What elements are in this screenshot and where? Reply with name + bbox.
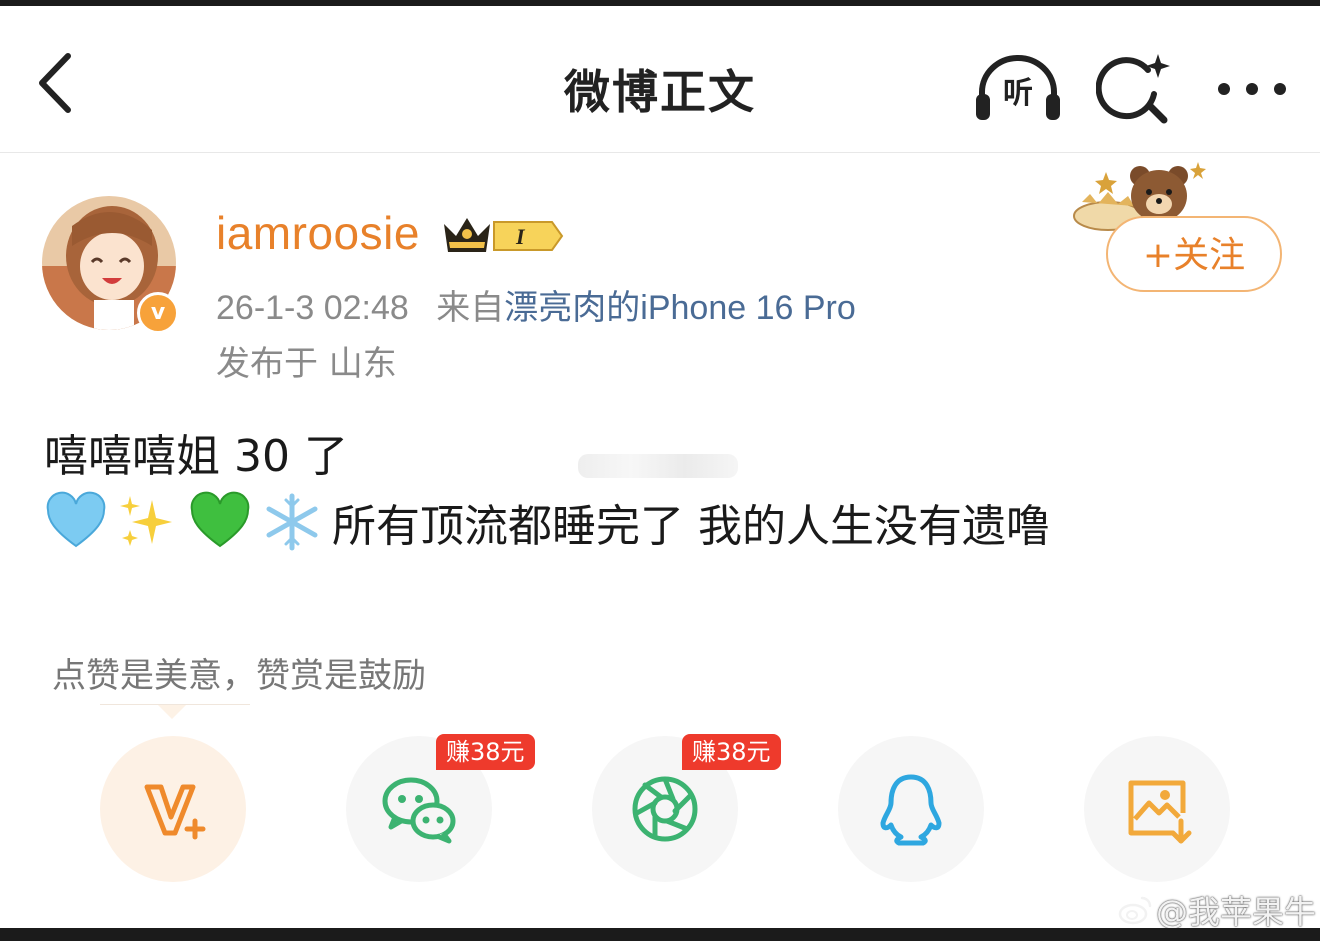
- redacted-blur: [578, 454, 738, 478]
- bottom-strip: [0, 928, 1320, 941]
- vip-level: I: [515, 224, 526, 249]
- light-blue-heart-icon: [46, 491, 106, 548]
- crown-vip-icon: I: [444, 218, 564, 252]
- username[interactable]: iamroosie: [216, 206, 420, 260]
- search-button[interactable]: [1095, 50, 1176, 128]
- more-dots-icon: [1218, 83, 1286, 95]
- sparkles-icon: [120, 496, 172, 546]
- save-image-button[interactable]: [1084, 736, 1230, 882]
- wechat-icon: [382, 777, 456, 844]
- follow-button[interactable]: +关注: [1106, 216, 1282, 292]
- source-prefix: 来自: [436, 289, 505, 327]
- search-sparkle-icon: [1095, 54, 1170, 124]
- wechat-moments-icon: [632, 776, 698, 842]
- save-image-icon: [1128, 780, 1192, 844]
- wechat-earn-tag: 赚38元: [436, 734, 535, 770]
- vplus-icon: [144, 784, 206, 840]
- reward-hint: 点赞是美意，赞赏是鼓励: [52, 656, 426, 696]
- qq-share-button[interactable]: [838, 736, 984, 882]
- post-text-line1: 嘻嘻嘻姐 30 了: [44, 431, 348, 482]
- header-bar: 微博正文 听: [0, 6, 1320, 153]
- post-meta: 26-1-3 02:48 来自漂亮肉的iPhone 16 Pro: [216, 280, 856, 329]
- watermark-text: @我苹果牛: [1156, 893, 1317, 931]
- hint-caret: [158, 705, 186, 719]
- qq-penguin-icon: [880, 774, 942, 846]
- more-button[interactable]: [1210, 66, 1300, 112]
- weibo-post-page: 微博正文 听 v iamroosie I 26-1-3 02:48 来自漂亮肉的…: [0, 0, 1320, 941]
- source-device-link[interactable]: 漂亮肉的iPhone 16 Pro: [504, 289, 856, 327]
- verified-badge: v: [137, 292, 179, 334]
- vip-badge[interactable]: I: [440, 212, 566, 260]
- green-heart-icon: [190, 491, 250, 548]
- listen-button[interactable]: 听: [972, 50, 1064, 126]
- post-text-line2-row: 所有顶流都睡完了 我的人生没有遗噜: [44, 490, 1050, 554]
- listen-label: 听: [1003, 76, 1033, 111]
- post-text-line2: 所有顶流都睡完了 我的人生没有遗噜: [332, 501, 1050, 552]
- snowflake-icon: [266, 493, 318, 551]
- post-datetime: 26-1-3 02:48: [216, 289, 409, 327]
- moments-earn-tag: 赚38元: [682, 734, 781, 770]
- vplus-share-button[interactable]: [100, 736, 246, 882]
- watermark: @我苹果牛: [1118, 888, 1316, 932]
- post-location: 发布于 山东: [216, 344, 397, 384]
- weibo-logo-icon: [1118, 896, 1152, 925]
